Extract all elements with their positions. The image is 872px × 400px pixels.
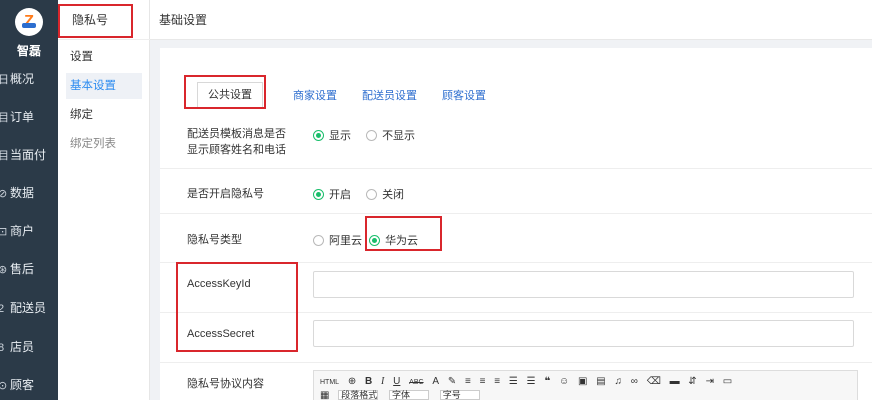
agreement-label: 隐私号协议内容 [187, 378, 264, 390]
radio-show[interactable]: 显示 [313, 127, 351, 143]
left-rail: Z 智磊 日概况 目订单 目当面付 ⊘ 数据 ⊡ 商户 ⊛ 售后 2 配送员 8 店员 ⊙… [0, 0, 58, 400]
subnav-title: 隐私号 [58, 0, 150, 40]
rail-item-data[interactable]: ⊘ 数据 [0, 183, 58, 203]
rail-item-customer[interactable]: ⊙ 顾客 [0, 375, 58, 395]
toolbar-row-2: ▦ 段落格式 字体 字号 [320, 389, 488, 400]
privacy-type-radio-group: 阿里云 华为云 [313, 232, 430, 248]
unordered-list-icon[interactable]: ☰ [527, 375, 536, 389]
quote-icon[interactable]: ❝ [544, 375, 550, 389]
strikethrough-button[interactable]: ABC [409, 376, 423, 390]
font-color-button[interactable]: A [432, 375, 439, 389]
merchant-icon: ⊡ [0, 226, 8, 238]
after-sales-icon: ⊛ [0, 264, 8, 276]
line-height-icon[interactable]: ⇵ [688, 375, 696, 389]
table-icon[interactable]: ▦ [320, 389, 329, 400]
image-icon[interactable]: ▣ [578, 375, 587, 389]
rider-template-radio-group: 显示 不显示 [313, 127, 427, 143]
main-area: 基础设置 公共设置 商家设置 配送员设置 顾客设置 配送员模板消息是否 显示顾客… [150, 0, 872, 400]
indent-icon[interactable]: ⇥ [706, 375, 714, 389]
page-title: 基础设置 [150, 0, 872, 40]
tab-merchant-settings[interactable]: 商家设置 [293, 84, 337, 108]
radio-enable[interactable]: 开启 [313, 186, 351, 202]
radio-aliyun[interactable]: 阿里云 [313, 232, 362, 248]
align-left-icon[interactable]: ≡ [465, 375, 471, 389]
rider-template-label: 配送员模板消息是否 显示顾客姓名和电话 [187, 128, 286, 156]
rail-item-rider[interactable]: 2 配送员 [0, 298, 58, 318]
enable-privacy-radio-group: 开启 关闭 [313, 186, 416, 202]
tab-customer-settings[interactable]: 顾客设置 [442, 84, 486, 108]
form-row-access-secret: AccessSecret [160, 313, 872, 363]
paragraph-format-select[interactable]: 段落格式 [338, 390, 379, 400]
rail-item-after-sales[interactable]: ⊛ 售后 [0, 259, 58, 279]
subnav-section-settings: 设置 [70, 51, 93, 63]
privacy-type-label: 隐私号类型 [187, 234, 242, 246]
align-center-icon[interactable]: ≡ [480, 375, 486, 389]
rich-text-toolbar: HTML ⊕ B I U ABC A ✎ ≡ ≡ ≡ ☰ ☰ ❝ ☺ ▣ ▤ ♫… [313, 370, 858, 400]
form-row-enable-privacy: 是否开启隐私号 开启 关闭 [160, 169, 872, 214]
sub-nav: 隐私号 设置 基本设置 绑定 绑定列表 [58, 0, 150, 400]
form-row-privacy-type: 隐私号类型 阿里云 华为云 [160, 214, 872, 263]
video-icon[interactable]: ▤ [596, 375, 605, 389]
subnav-item-basic-settings[interactable]: 基本设置 [66, 73, 142, 99]
rail-item-overview[interactable]: 日概况 [0, 69, 58, 89]
fullscreen-icon[interactable]: ▭ [723, 375, 732, 389]
subnav-item-bind-list[interactable]: 绑定列表 [66, 131, 142, 157]
radio-checked-icon [369, 235, 381, 246]
radio-huawei-cloud[interactable]: 华为云 [369, 232, 418, 248]
brand-block[interactable]: Z 智磊 [0, 8, 58, 59]
link-icon[interactable]: ∞ [631, 375, 638, 389]
highlight-icon[interactable]: ✎ [448, 375, 456, 389]
preview-icon[interactable]: ⊕ [348, 375, 356, 389]
brand-name: 智磊 [16, 44, 41, 58]
font-family-select[interactable]: 字体 [389, 390, 430, 400]
access-secret-label: AccessSecret [187, 328, 255, 340]
rail-item-face-pay[interactable]: 目当面付 [0, 145, 58, 165]
radio-checked-icon [313, 130, 324, 141]
radio-unchecked-icon [313, 235, 324, 246]
ordered-list-icon[interactable]: ☰ [509, 375, 518, 389]
italic-button[interactable]: I [381, 375, 384, 389]
radio-hide[interactable]: 不显示 [366, 127, 415, 143]
form-row-rider-template: 配送员模板消息是否 显示顾客姓名和电话 显示 不显示 [160, 114, 872, 169]
tab-rider-settings[interactable]: 配送员设置 [362, 84, 417, 108]
brand-logo-icon: Z [15, 8, 43, 36]
bold-button[interactable]: B [365, 375, 372, 389]
settings-card: 公共设置 商家设置 配送员设置 顾客设置 配送员模板消息是否 显示顾客姓名和电话… [160, 48, 872, 400]
radio-unchecked-icon [366, 189, 378, 200]
customer-icon: ⊙ [0, 380, 8, 392]
subnav-section-bind: 绑定 [70, 109, 93, 121]
font-size-select[interactable]: 字号 [439, 390, 480, 400]
overview-icon: 日 [0, 74, 9, 86]
enable-privacy-label: 是否开启隐私号 [187, 188, 264, 200]
eraser-icon[interactable]: ⌫ [647, 375, 661, 389]
rail-item-orders[interactable]: 目订单 [0, 107, 58, 127]
rail-item-merchant[interactable]: ⊡ 商户 [0, 221, 58, 241]
emoji-icon[interactable]: ☺ [559, 375, 569, 389]
form-row-access-key-id: AccessKeyId [160, 263, 872, 313]
radio-unchecked-icon [366, 130, 378, 141]
radio-checked-icon [313, 189, 324, 200]
data-icon: ⊘ [0, 188, 8, 200]
radio-disable[interactable]: 关闭 [366, 186, 404, 202]
align-right-icon[interactable]: ≡ [494, 375, 500, 389]
html-source-button[interactable]: HTML [320, 376, 339, 390]
rider-icon: 2 [0, 303, 5, 315]
music-icon[interactable]: ♫ [614, 375, 622, 389]
toolbar-row-1: HTML ⊕ B I U ABC A ✎ ≡ ≡ ≡ ☰ ☰ ❝ ☺ ▣ ▤ ♫… [320, 375, 738, 389]
access-key-id-input[interactable] [313, 271, 854, 298]
clerk-icon: 8 [0, 342, 5, 354]
orders-icon: 目 [0, 112, 9, 124]
access-key-id-label: AccessKeyId [187, 278, 251, 290]
bg-color-icon[interactable]: ▬ [670, 375, 680, 389]
face-pay-icon: 目 [0, 150, 9, 162]
access-secret-input[interactable] [313, 320, 854, 347]
tab-public-settings[interactable]: 公共设置 [197, 82, 263, 108]
rail-item-clerk[interactable]: 8 店员 [0, 337, 58, 357]
underline-button[interactable]: U [393, 375, 400, 389]
